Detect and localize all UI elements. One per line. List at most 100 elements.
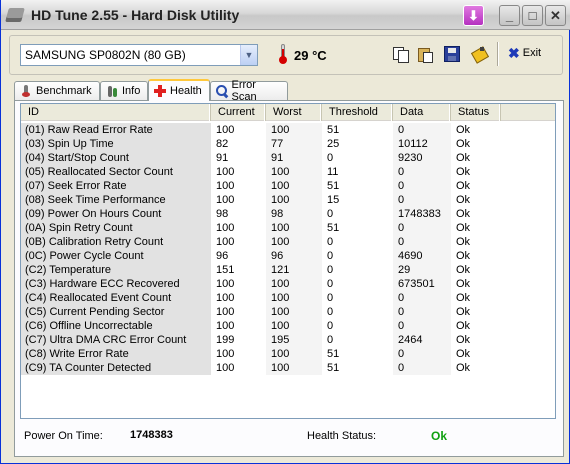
cell-threshold: 51 bbox=[327, 362, 340, 374]
search-icon bbox=[216, 85, 228, 97]
tab-info[interactable]: Info bbox=[100, 81, 148, 100]
cell-threshold: 0 bbox=[327, 250, 334, 262]
cell-threshold: 0 bbox=[327, 236, 334, 248]
cell-data: 10112 bbox=[393, 137, 451, 151]
table-row[interactable]: (C3) Hardware ECC Recovered 100 100 0 673501… bbox=[21, 277, 555, 291]
cell-current: 100 bbox=[216, 306, 235, 318]
table-row[interactable]: (0B) Calibration Retry Count 100 100 0 0 Ok bbox=[21, 235, 555, 249]
maximize-icon: □ bbox=[528, 8, 537, 23]
table-row[interactable]: (C8) Write Error Rate 100 100 51 0 Ok bbox=[21, 347, 555, 361]
cell-threshold: 15 bbox=[327, 194, 340, 206]
cell-data: 1748383 bbox=[393, 207, 451, 221]
cell-data: 0 bbox=[393, 235, 451, 249]
column-header-threshold[interactable]: Threshold bbox=[322, 104, 393, 121]
tab-health[interactable]: Health bbox=[148, 79, 210, 101]
cell-threshold: 0 bbox=[327, 320, 334, 332]
cell-id: (C3) Hardware ECC Recovered bbox=[21, 277, 211, 291]
drive-select[interactable]: SAMSUNG SP0802N (80 GB) ▼ bbox=[20, 44, 258, 66]
cell-status: Ok bbox=[456, 166, 471, 178]
row-filler bbox=[501, 263, 555, 277]
table-row[interactable]: (07) Seek Error Rate 100 100 51 0 Ok bbox=[21, 179, 555, 193]
cell-current: 100 bbox=[216, 278, 235, 290]
paste-icon[interactable] bbox=[417, 46, 433, 63]
exit-icon: ✖ bbox=[508, 45, 520, 61]
smart-table[interactable]: ID Current Worst Threshold Data Status (… bbox=[20, 103, 556, 419]
download-button[interactable]: ⬇ bbox=[463, 5, 484, 26]
table-row[interactable]: (C6) Offline Uncorrectable 100 100 0 0 Ok bbox=[21, 319, 555, 333]
row-filler bbox=[501, 277, 555, 291]
tab-error-scan[interactable]: Error Scan bbox=[210, 79, 288, 103]
cell-data: 0 bbox=[393, 319, 451, 333]
save-icon[interactable] bbox=[444, 46, 460, 62]
table-row[interactable]: (05) Reallocated Sector Count 100 100 11 0 Ok bbox=[21, 165, 555, 179]
row-filler bbox=[501, 123, 555, 137]
column-header-data[interactable]: Data bbox=[393, 104, 451, 121]
table-row[interactable]: (0A) Spin Retry Count 100 100 51 0 Ok bbox=[21, 221, 555, 235]
table-row[interactable]: (0C) Power Cycle Count 96 96 0 4690 Ok bbox=[21, 249, 555, 263]
cell-status: Ok bbox=[456, 180, 471, 192]
cell-data: 4690 bbox=[393, 249, 451, 263]
table-row[interactable]: (C2) Temperature 151 121 0 29 Ok bbox=[21, 263, 555, 277]
cell-id: (07) Seek Error Rate bbox=[21, 179, 211, 193]
cell-status: Ok bbox=[456, 236, 471, 248]
cell-current: 100 bbox=[216, 362, 235, 374]
column-header-worst[interactable]: Worst bbox=[266, 104, 322, 121]
cell-worst: 98 bbox=[266, 207, 322, 221]
options-icon[interactable] bbox=[471, 46, 487, 62]
table-row[interactable]: (08) Seek Time Performance 100 100 15 0 Ok bbox=[21, 193, 555, 207]
chevron-down-icon[interactable]: ▼ bbox=[240, 45, 257, 65]
cell-status: Ok bbox=[456, 348, 471, 360]
row-filler bbox=[501, 221, 555, 235]
table-row[interactable]: (C7) Ultra DMA CRC Error Count 199 195 0 246… bbox=[21, 333, 555, 347]
title-bar[interactable]: HD Tune 2.55 - Hard Disk Utility ⬇ _ □ ✕ bbox=[1, 0, 570, 30]
cell-current: 100 bbox=[216, 180, 235, 192]
cell-id: (09) Power On Hours Count bbox=[21, 207, 211, 221]
cell-threshold: 51 bbox=[327, 222, 340, 234]
tab-benchmark[interactable]: Benchmark bbox=[14, 81, 100, 100]
cell-worst: 91 bbox=[266, 151, 322, 165]
cell-worst: 100 bbox=[266, 179, 322, 193]
health-status-value: Ok bbox=[431, 429, 448, 443]
close-icon: ✕ bbox=[550, 7, 561, 23]
table-row[interactable]: (01) Raw Read Error Rate 100 100 51 0 Ok bbox=[21, 123, 555, 137]
cell-id: (0B) Calibration Retry Count bbox=[21, 235, 211, 249]
cell-id: (C5) Current Pending Sector bbox=[21, 305, 211, 319]
table-row[interactable]: (03) Spin Up Time 82 77 25 10112 Ok bbox=[21, 137, 555, 151]
cell-current: 82 bbox=[216, 138, 229, 150]
table-row[interactable]: (C9) TA Counter Detected 100 100 51 0 Ok bbox=[21, 361, 555, 375]
table-row[interactable]: (C5) Current Pending Sector 100 100 0 0 Ok bbox=[21, 305, 555, 319]
table-row[interactable]: (04) Start/Stop Count 91 91 0 9230 Ok bbox=[21, 151, 555, 165]
column-header-id[interactable]: ID bbox=[21, 104, 211, 121]
table-row[interactable]: (09) Power On Hours Count 98 98 0 1748383 Ok bbox=[21, 207, 555, 221]
cell-threshold: 25 bbox=[327, 138, 340, 150]
exit-button[interactable]: ✖ Exit bbox=[508, 46, 541, 60]
cell-current: 151 bbox=[216, 264, 235, 276]
window-title: HD Tune 2.55 - Hard Disk Utility bbox=[31, 7, 240, 23]
column-header-current[interactable]: Current bbox=[211, 104, 266, 121]
cell-worst: 100 bbox=[266, 347, 322, 361]
cell-status: Ok bbox=[456, 250, 471, 262]
row-filler bbox=[501, 305, 555, 319]
health-status-label: Health Status: bbox=[307, 430, 377, 442]
cell-current: 100 bbox=[216, 166, 235, 178]
cell-id: (03) Spin Up Time bbox=[21, 137, 211, 151]
temperature-value: 29 °C bbox=[294, 48, 327, 63]
cell-current: 100 bbox=[216, 222, 235, 234]
cell-id: (05) Reallocated Sector Count bbox=[21, 165, 211, 179]
cell-id: (C8) Write Error Rate bbox=[21, 347, 211, 361]
column-header-status[interactable]: Status bbox=[451, 104, 501, 121]
cell-threshold: 0 bbox=[327, 278, 334, 290]
tab-label: Health bbox=[170, 85, 202, 97]
exit-label: Exit bbox=[522, 47, 542, 59]
copy-icon[interactable] bbox=[392, 46, 409, 63]
cell-current: 91 bbox=[216, 152, 229, 164]
power-on-value: 1748383 bbox=[130, 429, 173, 441]
cell-threshold: 0 bbox=[327, 264, 334, 276]
cell-data: 9230 bbox=[393, 151, 451, 165]
cell-current: 96 bbox=[216, 250, 229, 262]
close-button[interactable]: ✕ bbox=[545, 5, 566, 26]
minimize-button[interactable]: _ bbox=[499, 5, 520, 26]
maximize-button[interactable]: □ bbox=[522, 5, 543, 26]
thermometer-icon bbox=[279, 44, 287, 64]
table-row[interactable]: (C4) Reallocated Event Count 100 100 0 0 Ok bbox=[21, 291, 555, 305]
